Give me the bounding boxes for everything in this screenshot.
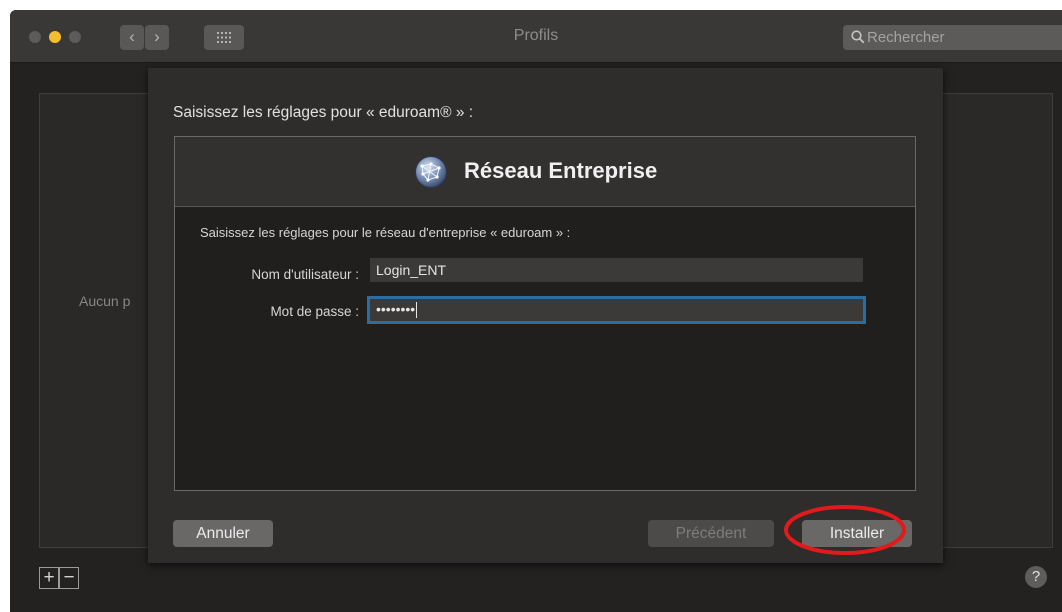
- previous-button[interactable]: Précédent: [648, 520, 774, 547]
- search-input[interactable]: [867, 25, 1057, 50]
- help-button[interactable]: ?: [1025, 566, 1047, 588]
- settings-sheet: Saisissez les réglages pour « eduroam® »…: [148, 68, 943, 563]
- enterprise-settings-panel: Réseau Entreprise Saisissez les réglages…: [174, 136, 916, 491]
- username-value: Login_ENT: [376, 262, 447, 278]
- search-field[interactable]: [843, 25, 1062, 50]
- panel-header: Réseau Entreprise: [175, 137, 915, 207]
- install-button[interactable]: Installer: [802, 520, 912, 547]
- cancel-button[interactable]: Annuler: [173, 520, 273, 547]
- username-label: Nom d'utilisateur :: [251, 267, 359, 282]
- password-field[interactable]: ••••••••: [367, 296, 866, 324]
- empty-list-text: Aucun p: [79, 293, 131, 309]
- sheet-heading: Saisissez les réglages pour « eduroam® »…: [173, 104, 474, 121]
- network-globe-icon: [415, 156, 447, 188]
- panel-description: Saisissez les réglages pour le réseau d'…: [200, 225, 571, 240]
- search-icon: [851, 30, 865, 44]
- remove-profile-button[interactable]: −: [59, 567, 79, 589]
- password-value: ••••••••: [376, 301, 416, 317]
- title-bar: ‹ › Profils: [10, 10, 1062, 63]
- add-profile-button[interactable]: +: [39, 567, 59, 589]
- panel-title: Réseau Entreprise: [464, 158, 658, 183]
- profiles-window: ‹ › Profils Aucun p + − ? S: [10, 10, 1062, 612]
- username-field[interactable]: Login_ENT: [370, 258, 863, 282]
- text-cursor: [416, 302, 418, 319]
- password-label: Mot de passe :: [270, 304, 359, 319]
